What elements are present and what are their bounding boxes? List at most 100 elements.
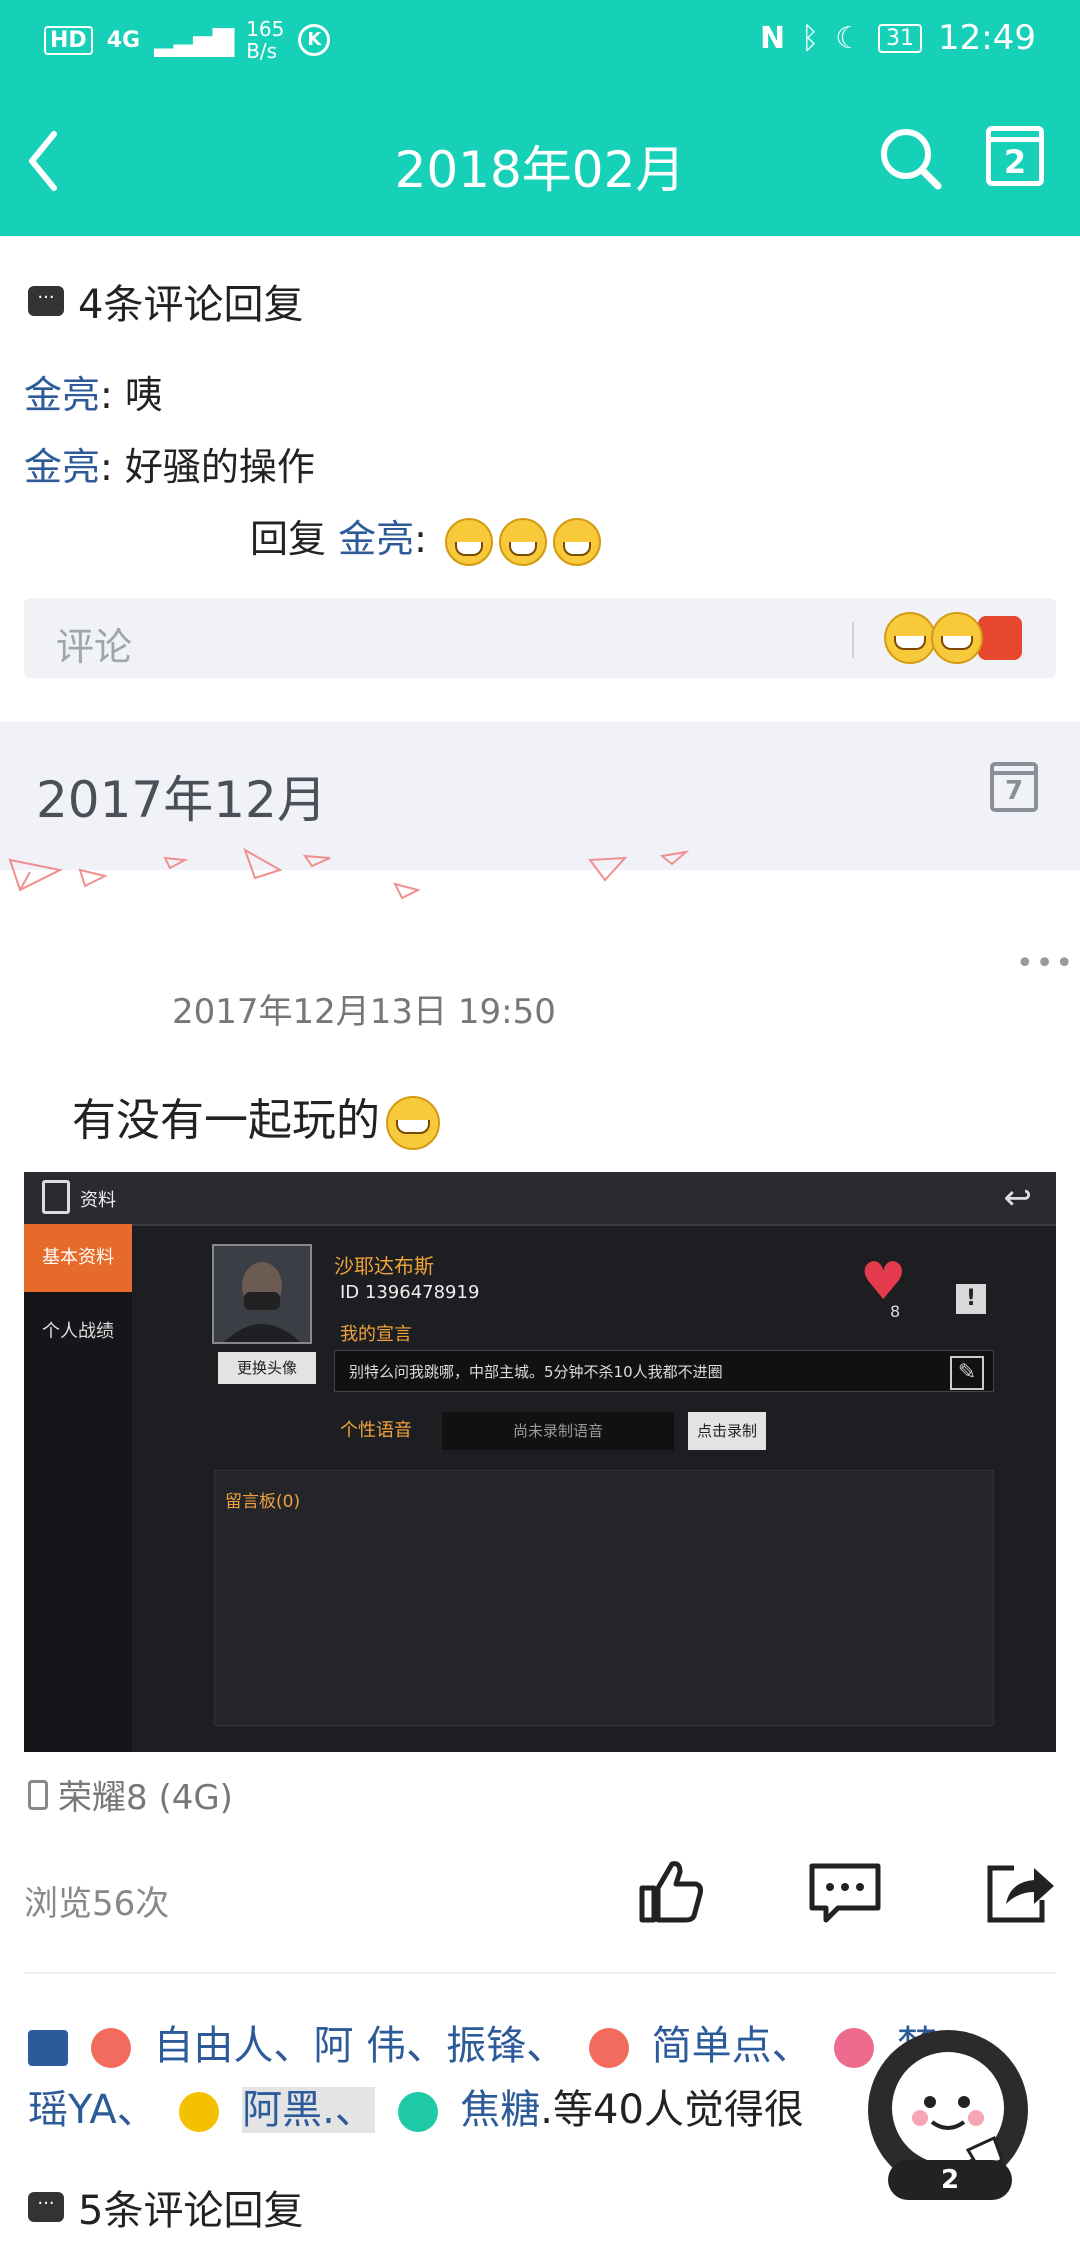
liker-name[interactable]: 阿 伟、 [313,2023,446,2069]
grin-emoji-icon [386,1096,440,1150]
grin-emoji-icon [499,517,548,566]
paper-plane-icon [302,854,331,868]
laugh-cry-emoji-icon [931,612,984,664]
divider [24,1972,1056,1974]
bulb-avatar-icon [179,2092,220,2132]
network-label: 4G [106,27,141,53]
comment-bubble-icon: ··· [28,286,64,316]
comment-line: 金亮: 好骚的操作 [24,436,315,491]
moon-icon: ☾ [835,20,863,56]
game-topbar: 资料 ↩ [24,1172,1056,1226]
liker-name[interactable]: 自由人、 [153,2023,313,2069]
record-button: 点击录制 [688,1412,766,1450]
emoji-picker-button[interactable] [884,612,1034,666]
like-button[interactable] [636,1856,706,1926]
share-button[interactable] [984,1860,1056,1926]
status-right: N ᛒ ☾ 31 12:49 [760,18,1036,58]
comment-author[interactable]: 金亮 [24,445,100,489]
player-avatar [212,1244,312,1344]
liker-name[interactable]: 瑶YA、 [28,2087,157,2133]
comment-icon [809,1863,881,1923]
voice-label: 个性语音 [340,1420,412,1441]
thumbs-up-icon [28,2030,68,2066]
heart-icon: ♥ [860,1252,907,1312]
comment-text: : 好骚的操作 [100,445,315,489]
edit-icon: ✎ [950,1356,984,1390]
tab-stats: 个人战绩 [42,1321,114,1342]
mascot-badge: 2 [888,2160,1012,2200]
liker-name[interactable]: 阿黑.、 [242,2087,375,2133]
paper-plane-icon [243,847,283,880]
share-icon [987,1865,1054,1923]
paper-plane-icon [163,856,189,870]
divider [852,622,854,658]
calendar-day: 2 [1003,143,1027,181]
calendar-icon [994,771,1034,775]
paper-plane-icon [659,850,690,866]
comment-input[interactable]: 评论 [24,598,1056,678]
voice-status: 尚未录制语音 [442,1412,674,1450]
comment-text: : 咦 [100,373,163,417]
reply-text: : [414,517,427,561]
reply-prefix: 回复 [250,517,339,561]
comment-author[interactable]: 金亮 [24,373,100,417]
return-icon: ↩ [1003,1178,1033,1218]
search-icon [881,129,942,190]
nfc-icon: N [760,20,786,56]
phone-icon [28,1779,48,1810]
reply-line: 回复 金亮: [250,508,602,566]
liker-name[interactable]: 焦糖 [460,2087,540,2133]
month-calendar-button[interactable]: 7 [990,762,1038,812]
gift-emoji-icon [978,616,1023,660]
change-avatar-button: 更换头像 [218,1352,316,1384]
bluetooth-icon: ᛒ [801,20,820,56]
k-icon: K [298,24,331,56]
status-bar: HD 4G ▂▃▅▇ 165 B/s K N ᛒ ☾ 31 12:49 [0,0,1080,88]
search-button[interactable] [876,124,946,194]
tab-basic-info: 基本资料 [24,1224,132,1292]
device-name: 荣耀8 (4G) [58,1778,233,1818]
more-options-button[interactable]: ••• [1016,946,1075,981]
game-title: 资料 [80,1190,116,1211]
grin-emoji-icon [884,612,936,664]
device-info: 荣耀8 (4G) [28,1770,233,1819]
paper-plane-icon [78,868,108,888]
redpacket-avatar-icon [588,2028,629,2068]
thumbs-up-icon [639,1861,703,1923]
paper-plane-icon [393,882,421,900]
post-image[interactable]: 资料 ↩ 基本资料 个人战绩 沙耶达布斯 ID 1396478919 我的宣言 … [24,1172,1056,1752]
app-header: 2018年02月 2 [0,88,1080,236]
comments-header: ··· 4条评论回复 [28,272,303,330]
hand-avatar-icon [397,2092,438,2132]
likes-suffix: .等40人觉得很 [540,2087,804,2133]
redpacket-avatar-icon [90,2028,131,2068]
calendar-day: 7 [1004,776,1024,806]
comments-count: 4条评论回复 [78,282,304,328]
calendar-button[interactable]: 2 [986,126,1044,186]
paper-plane-icon [8,858,64,892]
paper-plane-icon [588,856,628,882]
comment-bubble-icon: ··· [28,2192,64,2222]
player-id: ID 1396478919 [340,1282,480,1303]
month-label: 2017年12月 [36,771,327,829]
heart-count: 8 [890,1302,901,1321]
declaration-text: 别特么问我跳哪，中部主城。5分钟不杀10人我都不进圈 [334,1350,994,1392]
comment-line: 金亮: 咦 [24,364,163,419]
paper-planes-decoration [8,847,690,900]
comments-count: 5条评论回复 [78,2188,304,2234]
declaration-label: 我的宣言 [340,1324,412,1345]
message-board: 留言板(0) [214,1470,994,1726]
reply-target[interactable]: 金亮 [338,517,414,561]
hd-icon: HD [44,25,93,55]
comments-header: ··· 5条评论回复 [28,2178,303,2236]
post-text: 有没有一起玩的 [72,1084,440,1150]
comment-placeholder: 评论 [56,625,133,669]
liker-name[interactable]: 振锋、 [446,2023,566,2069]
liker-name[interactable]: 简单点、 [652,2023,812,2069]
post-datetime: 2017年12月13日 19:50 [172,992,556,1032]
view-count: 浏览56次 [24,1884,170,1924]
comment-button[interactable] [808,1862,882,1924]
profile-icon [42,1180,70,1214]
calendar-icon [991,137,1039,142]
message-board-label: 留言板(0) [225,1492,301,1512]
